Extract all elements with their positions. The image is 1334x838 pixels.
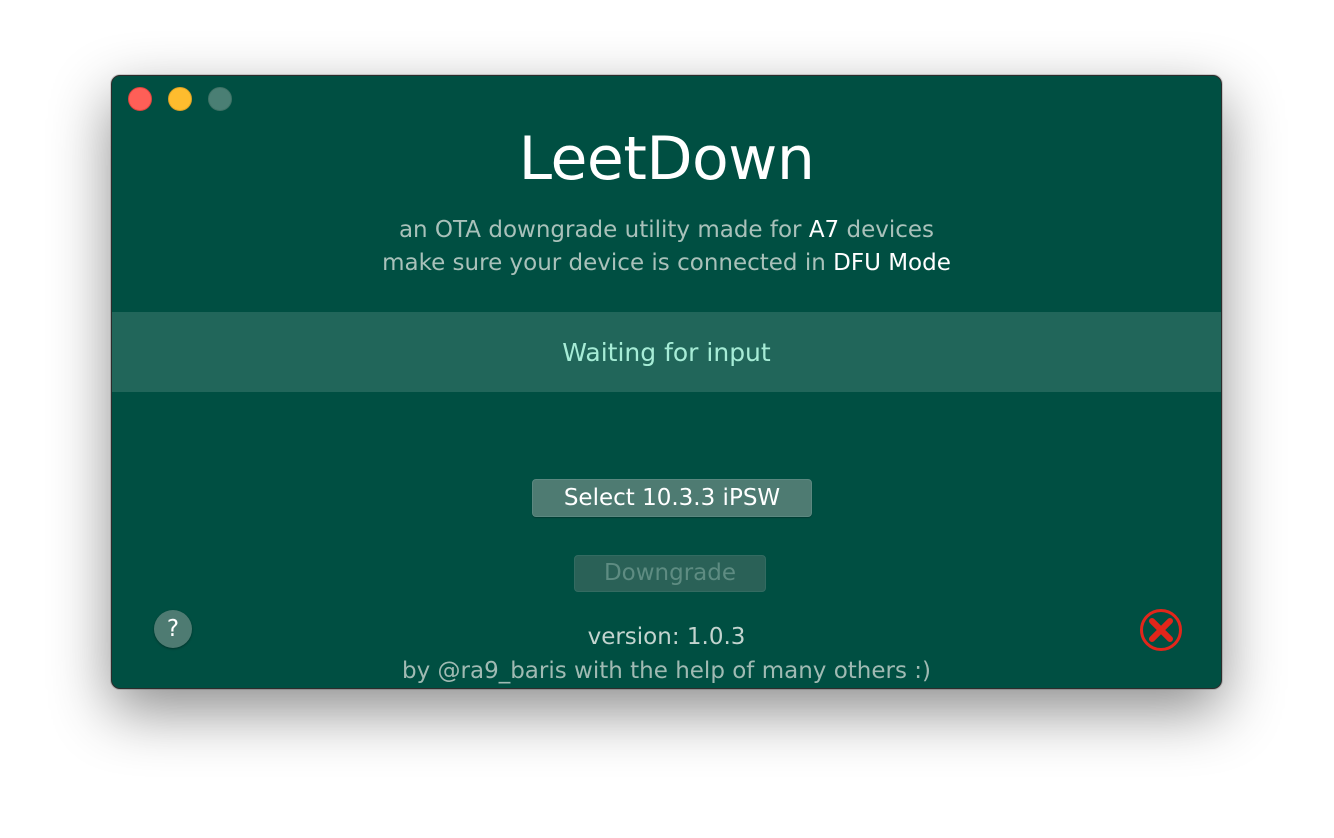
app-title: LeetDown [518,124,815,194]
window-minimize-button[interactable] [168,87,192,111]
window-controls [128,87,232,111]
window-close-button[interactable] [128,87,152,111]
status-band: Waiting for input [112,312,1221,392]
window-zoom-button[interactable] [208,87,232,111]
version-label: version: 1.0.3 [587,624,746,650]
app-window: LeetDown an OTA downgrade utility made f… [111,75,1222,689]
credits-label: by @ra9_baris with the help of many othe… [402,658,931,684]
subtitle-line-1: an OTA downgrade utility made for A7 dev… [112,217,1221,243]
status-text: Waiting for input [562,337,771,367]
subtitle-chip-highlight: A7 [808,217,840,243]
subtitle-line-1-prefix: an OTA downgrade utility made for [398,217,809,243]
downgrade-button[interactable]: Downgrade [574,555,766,592]
select-ipsw-button[interactable]: Select 10.3.3 iPSW [532,479,812,517]
subtitle-mode-highlight: DFU Mode [833,250,951,276]
subtitle-line-2: make sure your device is connected in DF… [112,250,1221,276]
subtitle-line-2-prefix: make sure your device is connected in [382,250,834,276]
subtitle-line-1-suffix: devices [839,217,935,243]
